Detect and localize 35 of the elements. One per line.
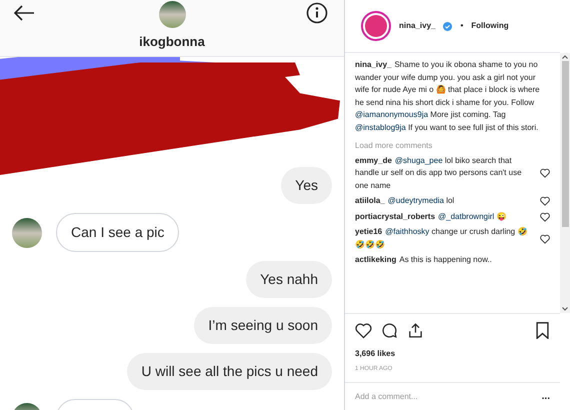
message-bubble: Yes nahh xyxy=(246,261,332,298)
post-caption: nina_ivy_ Shame to you ik obona shame to you no wander your wife dump you. you ask a girl not your wife for nude Aye mi o 🙆 that place i block is where he send nina his short dick i shame for you. Follow @iamanonymous9ja More jist coming. Tag @instablog9ja If you want to see full jist of this stori. xyxy=(355,59,541,134)
back-arrow-icon[interactable] xyxy=(12,4,36,22)
post-username[interactable]: nina_ivy_ xyxy=(399,20,436,32)
bookmark-icon[interactable] xyxy=(535,322,550,339)
likes-count: 3,696 likes xyxy=(355,348,396,360)
separator-dot: • xyxy=(460,20,464,32)
mention-link[interactable]: @_datbrowngirl xyxy=(438,212,496,220)
heart-icon[interactable] xyxy=(540,168,550,178)
share-icon[interactable] xyxy=(407,322,424,339)
avatar xyxy=(158,1,186,28)
mention-link[interactable]: @faithhosky xyxy=(385,227,432,236)
message-bubble: Can I see a pic xyxy=(56,213,180,252)
heart-icon[interactable] xyxy=(355,322,372,339)
heart-icon[interactable] xyxy=(540,196,550,206)
message-bubble: I’m seeing u soon xyxy=(194,307,332,344)
follow-status[interactable]: Following xyxy=(471,20,509,32)
mention-link[interactable]: @udeytrymedia xyxy=(388,196,446,205)
mention-link[interactable]: @shuga_pee xyxy=(394,156,445,164)
mention-link[interactable]: @instablog9ja xyxy=(355,122,408,132)
more-options-button[interactable]: ... xyxy=(542,389,550,404)
comment-input[interactable]: Add a comment... xyxy=(355,390,542,402)
heart-icon[interactable] xyxy=(540,234,550,244)
chat-username: ikogbonna xyxy=(139,33,205,51)
message-bubble: U will see all the pics u need xyxy=(127,353,332,390)
comment: portiacrystal_roberts @_datbrowngirl 😜 xyxy=(355,210,508,223)
comment-icon[interactable] xyxy=(381,322,398,339)
avatar xyxy=(361,11,391,41)
avatar xyxy=(12,218,42,248)
heart-icon[interactable] xyxy=(540,212,550,222)
mention-link[interactable]: @iamanonymous9ja xyxy=(355,110,430,119)
comment: atiilola_ @udeytrymedia lol xyxy=(355,195,456,207)
message-bubble: Yes xyxy=(281,167,332,204)
info-icon[interactable] xyxy=(306,2,328,24)
comment: actlikeking As this is happening now.. xyxy=(355,254,493,266)
